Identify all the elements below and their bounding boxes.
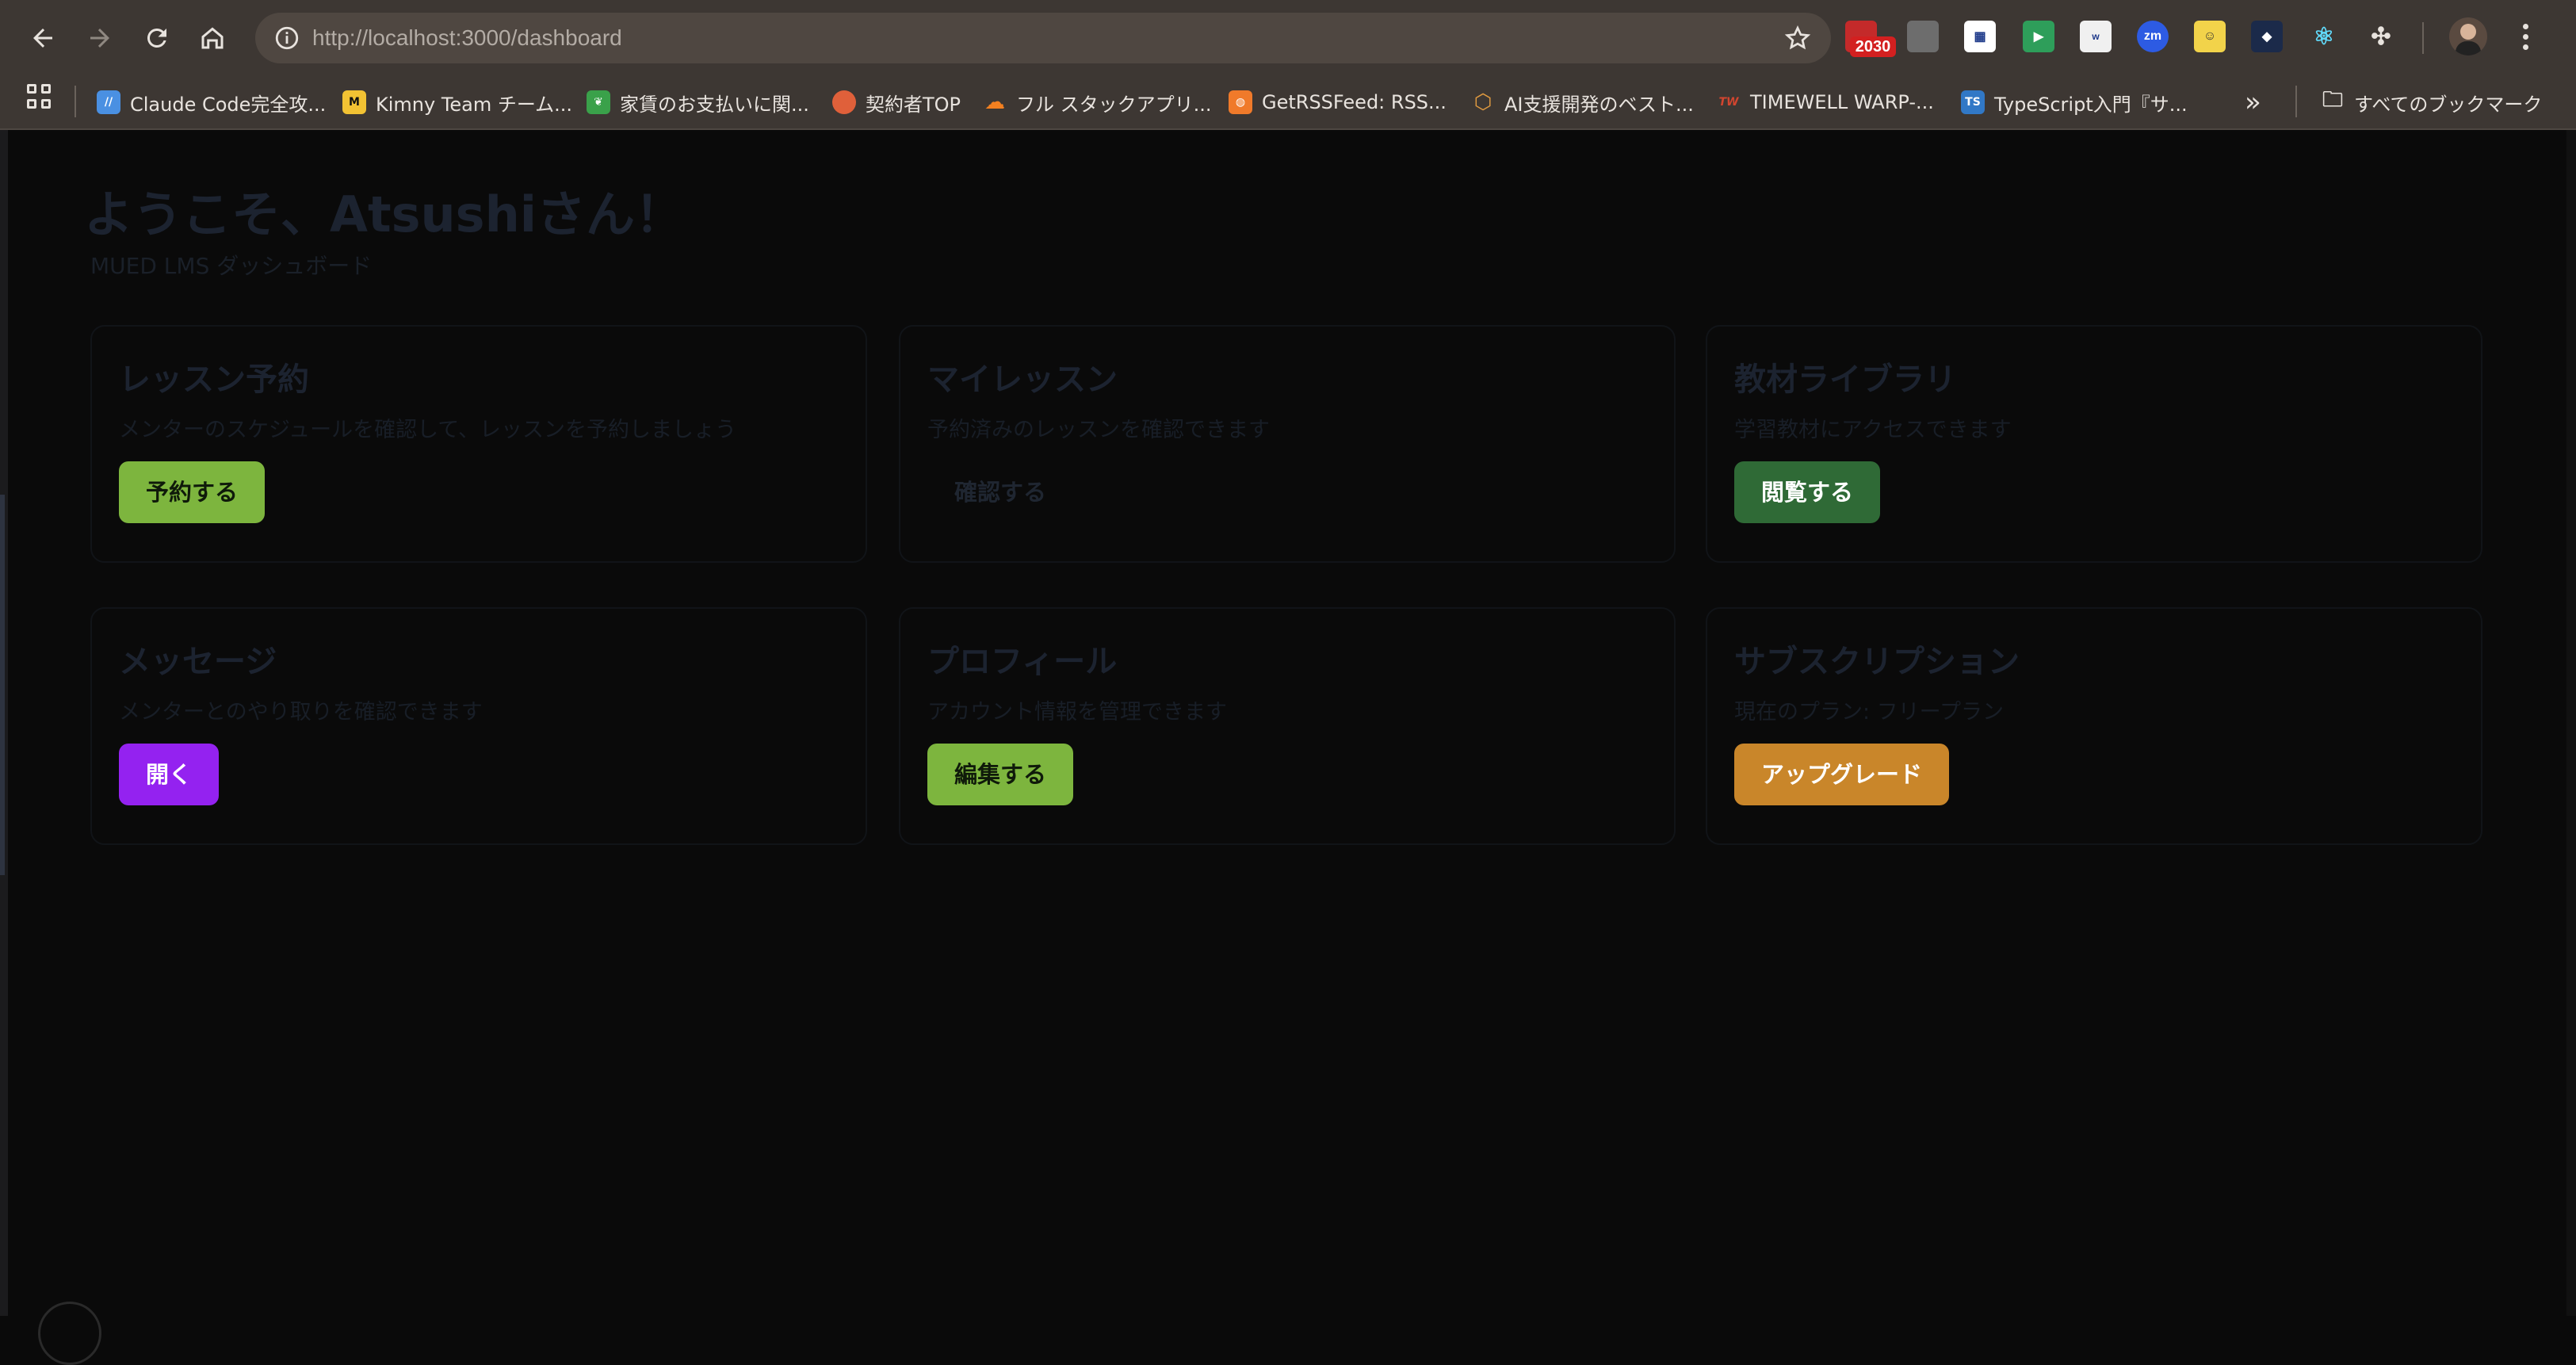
my-lessons-card: マイレッスン 予約済みのレッスンを確認できます 確認する [899,325,1676,563]
profile-card: プロフィール アカウント情報を管理できます 編集する [899,607,1676,845]
bookmark-item[interactable]: M Kimny Team チーム... [342,76,572,128]
back-button[interactable] [22,17,63,59]
balloon-icon [832,90,856,114]
claude-code-icon: // [97,90,120,114]
tw-icon: TW [1718,96,1739,109]
card-description: メンターとのやり取りを確認できます [119,700,483,725]
bookmark-item[interactable]: 契約者TOP [832,76,961,128]
bookmark-label: TIMEWELL WARP-... [1750,91,1934,113]
card-description: 予約済みのレッスンを確認できます [927,418,1270,442]
url-scheme: http://localhost [312,25,456,50]
dev-tools-indicator-icon[interactable] [38,1302,101,1365]
all-bookmarks-folder[interactable]: 🗀 すべてのブックマーク [2321,76,2542,128]
profile-avatar[interactable] [2449,17,2487,55]
subscription-card: サブスクリプション 現在のプラン: フリープラン アップグレード [1706,607,2482,845]
bookmark-label: GetRSSFeed: RSS... [1262,91,1447,113]
bookmarks-bar: // Claude Code完全攻... M Kimny Team チーム...… [0,76,2576,128]
card-description: メンターのスケジュールを確認して、レッスンを予約しましょう [119,418,736,442]
play-extension-icon[interactable]: ▶ [2023,21,2054,52]
browser-toolbar: http://localhost:3000/dashboard 2030 ▦ ▶… [0,0,2576,76]
check-lessons-button[interactable]: 確認する [927,461,1073,523]
reload-icon [147,28,166,48]
book-lesson-button[interactable]: 予約する [119,461,266,523]
browser-chrome: http://localhost:3000/dashboard 2030 ▦ ▶… [0,0,2576,130]
home-button[interactable] [192,17,233,59]
materials-library-card: 教材ライブラリ 学習教材にアクセスできます 閲覧する [1706,325,2482,563]
card-title: 教材ライブラリ [1734,361,1956,398]
bookmark-label: 家賃のお支払いに関... [620,93,809,116]
card-description: 学習教材にアクセスできます [1734,418,2012,442]
grid-extension-icon[interactable]: ▦ [1964,21,1996,52]
bookmark-label: AI支援開発のベスト... [1504,93,1694,116]
bookmark-item[interactable]: ◍ GetRSSFeed: RSS... [1229,76,1447,128]
cube-extension-icon[interactable]: ◆ [2251,21,2283,52]
right-window-edge [2566,130,2576,1316]
miro-icon: M [342,90,366,114]
edit-profile-button[interactable]: 編集する [927,744,1074,805]
bookmark-item[interactable]: TW TIMEWELL WARP-... [1717,76,1934,128]
folder-icon: 🗀 [2322,88,2343,112]
wiki-extension-icon[interactable]: w [2080,21,2112,52]
bookmarks-separator [2295,86,2297,117]
messages-card: メッセージ メンターとのやり取りを確認できます 開く [90,607,867,845]
bookmark-label: Claude Code完全攻... [130,93,327,116]
welcome-heading: ようこそ、Atsushiさん！ [84,185,684,243]
cloudflare-icon: ☁ [984,90,1005,114]
url-text[interactable]: http://localhost:3000/dashboard [312,13,622,63]
printer-extension-icon[interactable] [1907,21,1939,52]
card-title: プロフィール [927,644,1118,680]
typescript-icon: TS [1961,90,1985,114]
arrow-left-icon [33,29,52,48]
left-window-edge [0,130,8,1316]
bookmark-label: TypeScript入門『サ... [1994,93,2188,116]
browser-menu-icon[interactable] [2509,19,2541,54]
card-title: マイレッスン [927,361,1118,398]
all-bookmarks-label: すべてのブックマーク [2354,93,2543,116]
browse-materials-button[interactable]: 閲覧する [1734,461,1881,523]
reload-button[interactable] [136,17,178,59]
bookmark-item[interactable]: ⬡ AI支援開発のベスト... [1471,76,1694,128]
extension-badge: 2030 [1850,36,1896,57]
site-info-icon[interactable] [269,21,304,55]
leaf-icon: ❦ [587,90,610,114]
dashboard-subtitle: MUED LMS ダッシュボード [90,253,373,279]
bookmark-label: 契約者TOP [866,93,961,116]
url-path: :3000/dashboard [455,25,622,50]
bookmark-label: フル スタックアプリ... [1016,93,1212,116]
react-devtools-icon[interactable]: ⚛ [2308,21,2340,52]
lesson-booking-card: レッスン予約 メンターのスケジュールを確認して、レッスンを予約しましょう 予約す… [90,325,867,563]
toolbar-separator [2422,22,2424,54]
bookmark-label: Kimny Team チーム... [376,93,573,116]
home-icon [201,27,224,49]
zoom-extension-icon[interactable]: zm [2137,21,2169,52]
card-title: メッセージ [119,644,277,680]
card-title: サブスクリプション [1734,644,2020,680]
bookmark-star-icon[interactable] [1782,22,1814,54]
face-extension-icon[interactable]: ☺ [2194,21,2226,52]
rss-icon: ◍ [1229,90,1252,114]
more-bookmarks-chevron-icon[interactable]: » [2245,76,2261,128]
bookmark-item[interactable]: ❦ 家賃のお支払いに関... [587,76,809,128]
upgrade-button[interactable]: アップグレード [1734,744,1950,805]
bookmark-item[interactable]: ☁ フル スタックアプリ... [983,76,1212,128]
bookmark-item[interactable]: // Claude Code完全攻... [97,76,326,128]
arrow-right-icon [90,29,109,48]
open-messages-button[interactable]: 開く [119,744,220,805]
forward-button[interactable] [79,17,120,59]
card-description: 現在のプラン: フリープラン [1734,700,2005,725]
card-description: アカウント情報を管理できます [927,700,1227,725]
extensions-puzzle-icon[interactable]: ✣ [2365,21,2397,52]
box-icon: ⬡ [1473,90,1492,114]
card-title: レッスン予約 [119,361,309,398]
address-bar[interactable]: http://localhost:3000/dashboard [255,13,1831,63]
bookmark-item[interactable]: TS TypeScript入門『サ... [1961,76,2188,128]
